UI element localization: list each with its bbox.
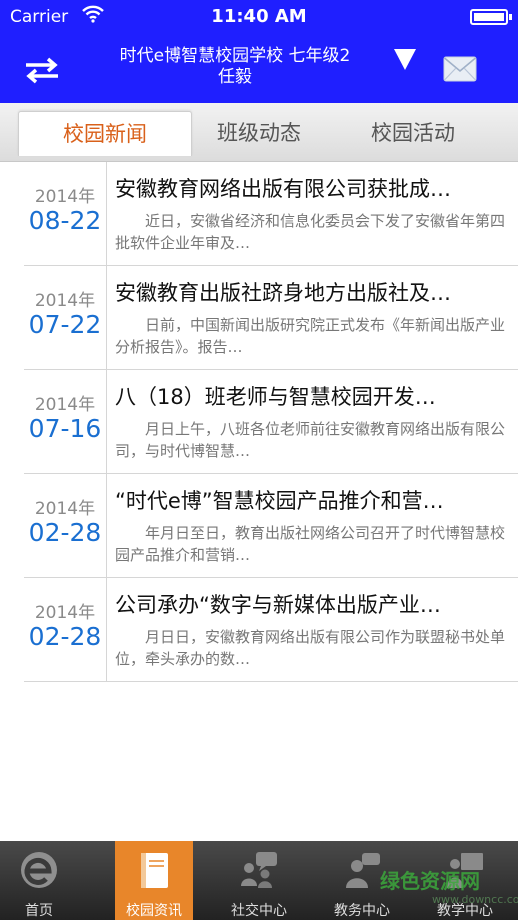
- tab-class-updates[interactable]: 班级动态: [176, 111, 342, 155]
- news-month-day: 07-16: [28, 414, 102, 443]
- page-title[interactable]: 时代e博智慧校园学校 七年级2 任毅: [96, 46, 374, 88]
- envelope-icon[interactable]: [443, 56, 477, 82]
- news-title: 八（18）班老师与智慧校园开发…: [115, 385, 436, 409]
- tabbar-social[interactable]: 社交中心: [220, 841, 298, 920]
- swap-arrows-icon[interactable]: [24, 56, 60, 84]
- news-title: “时代e博”智慧校园产品推介和营…: [115, 489, 444, 513]
- title-user-name: 任毅: [218, 67, 252, 87]
- news-date: 2014年 08-22: [24, 162, 107, 265]
- news-date: 2014年 02-28: [24, 474, 107, 577]
- news-item[interactable]: 2014年 02-28 公司承办“数字与新媒体出版产业… 月日日，安徽教育网络出…: [24, 578, 518, 682]
- news-summary: 近日，安徽省经济和信息化委员会下发了安徽省年第四批软件企业年审及…: [115, 212, 506, 252]
- news-date: 2014年 07-22: [24, 266, 107, 369]
- news-date: 2014年 07-16: [24, 370, 107, 473]
- news-item[interactable]: 2014年 02-28 “时代e博”智慧校园产品推介和营… 年月日至日，教育出版…: [24, 474, 518, 578]
- news-year: 2014年: [34, 499, 96, 519]
- tabbar-label: 首页: [25, 903, 53, 919]
- news-month-day: 02-28: [28, 622, 102, 651]
- news-summary: 月日上午，八班各位老师前往安徽教育网络出版有限公司，与时代博智慧…: [115, 420, 506, 460]
- tabbar-campus-info[interactable]: 校园资讯: [115, 841, 193, 920]
- person-chat-icon: [346, 853, 380, 888]
- news-year: 2014年: [34, 291, 96, 311]
- news-title: 安徽教育出版社跻身地方出版社及…: [115, 281, 451, 305]
- category-tabs: 校园新闻 班级动态 校园活动: [0, 103, 518, 162]
- news-month-day: 02-28: [28, 518, 102, 547]
- tab-campus-news[interactable]: 校园新闻: [18, 111, 192, 156]
- news-title: 公司承办“数字与新媒体出版产业…: [115, 593, 441, 617]
- news-title: 安徽教育网络出版有限公司获批成…: [115, 177, 451, 201]
- news-item[interactable]: 2014年 07-16 八（18）班老师与智慧校园开发… 月日上午，八班各位老师…: [24, 370, 518, 474]
- news-summary: 日前，中国新闻出版研究院正式发布《年新闻出版产业分析报告》。报告…: [115, 316, 506, 356]
- book-icon: [141, 853, 168, 888]
- triangle-down-icon[interactable]: [392, 46, 418, 72]
- people-chat-icon: [241, 852, 277, 888]
- watermark-url: www.downcc.com: [432, 893, 518, 906]
- news-list: 2014年 08-22 安徽教育网络出版有限公司获批成… 近日，安徽省经济和信息…: [24, 162, 518, 682]
- news-year: 2014年: [34, 187, 96, 207]
- title-school-class: 时代e博智慧校园学校 七年级2: [119, 46, 351, 66]
- header-bar: Carrier 11:40 AM 时代e博智慧校园学校 七年级2 任毅: [0, 0, 518, 103]
- news-summary: 年月日至日，教育出版社网络公司召开了时代博智慧校园产品推介和营销…: [115, 524, 506, 564]
- news-summary: 月日日，安徽教育网络出版有限公司作为联盟秘书处单位，牵头承办的数…: [115, 628, 506, 668]
- status-bar: Carrier 11:40 AM: [0, 0, 518, 34]
- news-month-day: 08-22: [28, 206, 102, 235]
- tabbar-home[interactable]: 首页: [0, 841, 78, 920]
- news-item[interactable]: 2014年 07-22 安徽教育出版社跻身地方出版社及… 日前，中国新闻出版研究…: [24, 266, 518, 370]
- tabbar-label: 教务中心: [334, 903, 390, 919]
- news-year: 2014年: [34, 603, 96, 623]
- tabbar-label: 社交中心: [231, 903, 287, 919]
- e-logo-icon: [21, 852, 57, 888]
- clock: 11:40 AM: [211, 6, 307, 27]
- news-month-day: 07-22: [28, 310, 102, 339]
- watermark-text: 绿色资源网: [380, 869, 480, 893]
- news-date: 2014年 02-28: [24, 578, 107, 681]
- battery-icon: [470, 9, 512, 25]
- news-item[interactable]: 2014年 08-22 安徽教育网络出版有限公司获批成… 近日，安徽省经济和信息…: [24, 162, 518, 266]
- tab-campus-activities[interactable]: 校园活动: [330, 111, 496, 155]
- news-year: 2014年: [34, 395, 96, 415]
- tabbar-label: 校园资讯: [126, 903, 182, 919]
